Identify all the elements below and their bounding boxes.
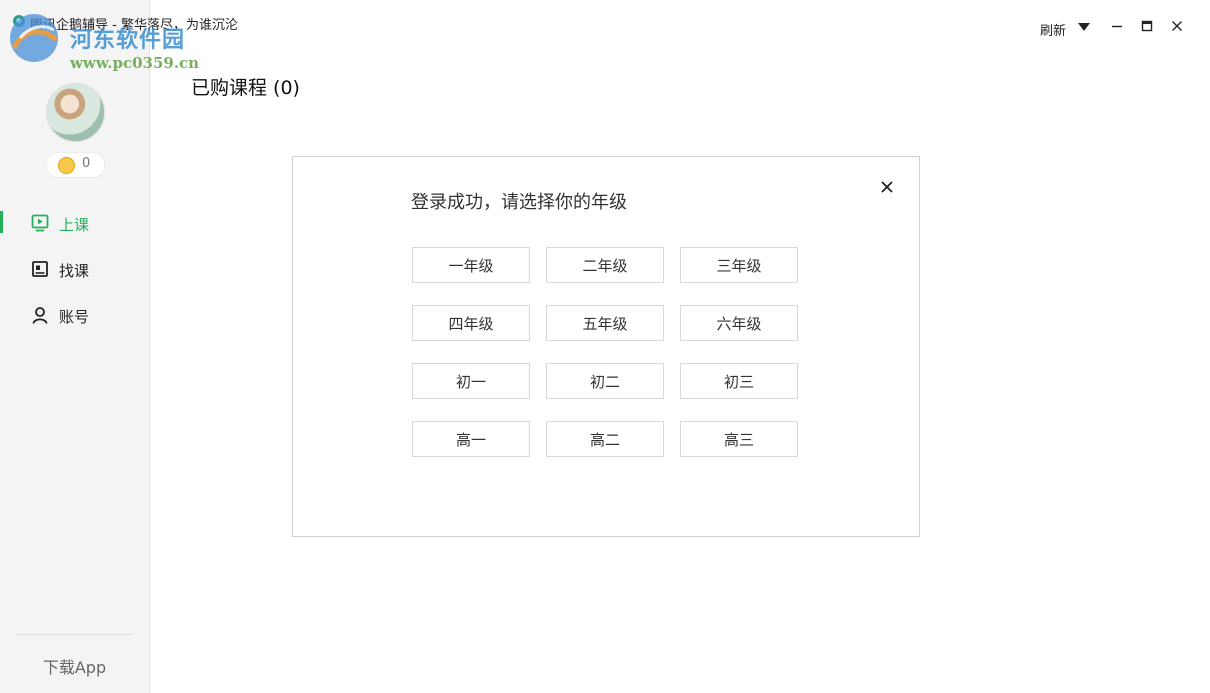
- download-app-link[interactable]: 下载App: [0, 654, 149, 678]
- watermark-text: 河东软件园: [70, 27, 186, 53]
- sidebar-item-account[interactable]: 账号: [0, 299, 149, 331]
- book-icon: [32, 261, 48, 277]
- grade-select-dialog: 登录成功，请选择你的年级 一年级 二年级 三年级 四年级 五年级 六年级 初一 …: [292, 156, 920, 537]
- grade-button-5[interactable]: 五年级: [546, 305, 664, 341]
- grade-button-senior-3[interactable]: 高三: [680, 421, 798, 457]
- close-icon[interactable]: [1169, 18, 1185, 34]
- grade-button-senior-1[interactable]: 高一: [412, 421, 530, 457]
- sidebar-item-label: 账号: [59, 308, 90, 326]
- dropdown-arrow-icon[interactable]: [1078, 23, 1090, 31]
- avatar[interactable]: [46, 83, 105, 142]
- grade-button-2[interactable]: 二年级: [546, 247, 664, 283]
- coin-icon: [58, 157, 75, 174]
- maximize-icon[interactable]: [1139, 18, 1155, 34]
- grade-button-junior-2[interactable]: 初二: [546, 363, 664, 399]
- person-icon: [32, 307, 48, 324]
- title-bar: 腾讯企鹅辅导 - 繁华落尽，为谁沉沦 河东软件园 www.pc0359.cn 刷…: [0, 0, 1210, 72]
- sidebar: 0 上课 找课 账号 下载App: [0, 0, 150, 693]
- watermark-logo-icon: [10, 14, 58, 62]
- play-screen-icon: [31, 214, 49, 232]
- page-title: 已购课程 (0): [191, 77, 300, 99]
- dialog-close-icon[interactable]: [880, 180, 894, 194]
- refresh-button[interactable]: 刷新: [1040, 20, 1066, 39]
- dialog-title: 登录成功，请选择你的年级: [411, 192, 627, 213]
- grade-button-senior-2[interactable]: 高二: [546, 421, 664, 457]
- sidebar-item-class[interactable]: 上课: [0, 207, 149, 239]
- sidebar-item-find-course[interactable]: 找课: [0, 253, 149, 285]
- coin-count: 0: [82, 156, 91, 171]
- sidebar-item-label: 找课: [59, 262, 90, 280]
- grade-button-6[interactable]: 六年级: [680, 305, 798, 341]
- sidebar-item-label: 上课: [59, 216, 90, 234]
- grade-button-junior-1[interactable]: 初一: [412, 363, 530, 399]
- coin-balance: 0: [46, 152, 105, 178]
- grade-button-1[interactable]: 一年级: [412, 247, 530, 283]
- watermark: 河东软件园 www.pc0359.cn: [4, 8, 214, 72]
- grade-button-3[interactable]: 三年级: [680, 247, 798, 283]
- grade-button-junior-3[interactable]: 初三: [680, 363, 798, 399]
- watermark-url: www.pc0359.cn: [70, 54, 200, 72]
- grade-button-4[interactable]: 四年级: [412, 305, 530, 341]
- minimize-icon[interactable]: [1109, 18, 1125, 34]
- sidebar-divider: [16, 634, 133, 635]
